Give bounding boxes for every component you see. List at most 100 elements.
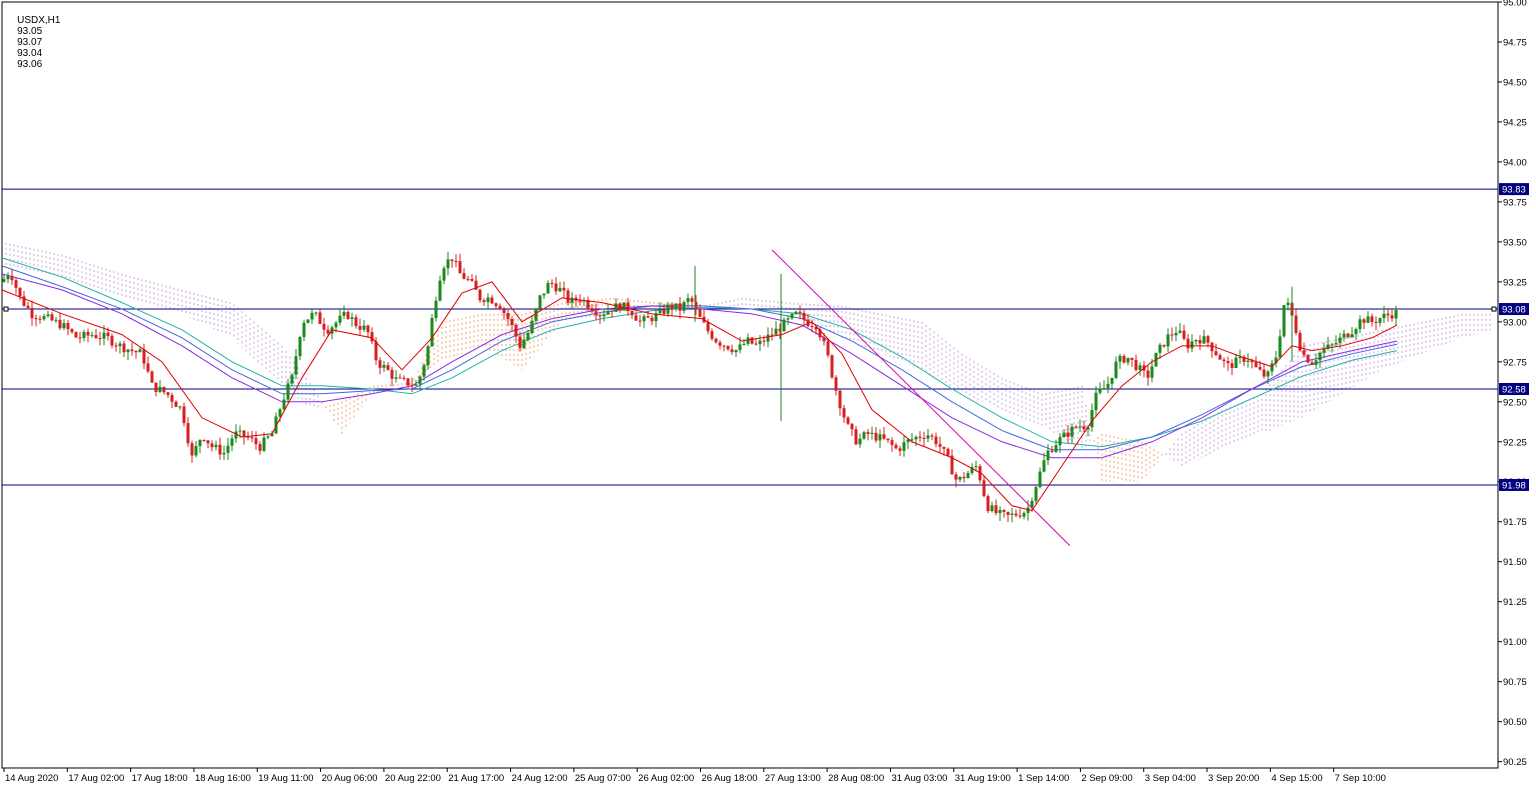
x-tick-label: 3 Sep 20:00 [1208,773,1259,784]
candle-body [682,302,686,311]
candle-body [38,318,42,320]
candle-body [82,331,86,339]
candle-body [54,319,58,321]
candle-body [454,261,458,263]
candle-body [918,436,922,439]
candle-body [114,345,118,347]
candle-body [562,287,566,291]
x-tick-label: 14 Aug 2020 [5,773,58,784]
x-axis: 14 Aug 2020 17 Aug 02:00 17 Aug 18:00 18 Au… [3,768,1386,784]
candle-body [418,376,422,385]
candle-body [922,438,926,440]
candle-body [782,319,786,332]
candle-body [1162,344,1166,347]
candle-body [1070,426,1074,437]
y-tick-label: 91.00 [1503,637,1527,648]
candle-body [1058,437,1062,446]
y-tick-label: 94.75 [1503,37,1527,48]
candle-body [158,386,162,392]
candle-body [1258,366,1262,370]
candle-body [1374,322,1378,324]
candle-body [370,332,374,342]
candle-body [938,444,942,447]
candle-body [450,259,454,262]
candle-body [1230,363,1234,369]
level-label-text: 91.98 [1502,480,1526,491]
candle-body [626,302,630,312]
candle-body [834,377,838,391]
candle-body [802,312,806,320]
candle-body [182,406,186,424]
candle-body [706,322,710,332]
candle-body [278,409,282,417]
candle-body [846,417,850,424]
candle-body [218,444,222,455]
candle-body [850,423,854,430]
candle-body [710,331,714,339]
candle-body [250,437,254,439]
x-tick-label: 20 Aug 06:00 [322,773,378,784]
candle-body [1102,388,1106,390]
candle-body [142,349,146,364]
close-value: 93.06 [17,59,43,70]
candle-body [1314,360,1318,365]
candle-body [914,436,918,440]
candle-body [910,439,914,441]
candle-body [1334,342,1338,345]
candle-body [566,290,570,303]
candle-body [58,319,62,329]
candle-body [154,382,158,392]
candle-body [842,408,846,418]
candle-body [238,430,242,432]
candle-body [1138,365,1142,370]
candle-body [1190,341,1194,349]
candle-body [6,275,10,280]
candle-body [1066,432,1070,437]
candle-body [1354,329,1358,335]
candle-body [734,350,738,353]
candle-body [518,336,522,349]
candle-body [646,316,650,318]
candle-body [414,384,418,386]
x-tick-label: 31 Aug 19:00 [955,773,1011,784]
candle-body [1050,450,1054,452]
candle-body [1318,352,1322,361]
candle-body [442,268,446,281]
candle-body [470,279,474,281]
candle-body [686,298,690,303]
candle-body [70,329,74,333]
candle-body [314,312,318,314]
candle-body [1114,361,1118,378]
y-tick-label: 94.25 [1503,117,1527,128]
candle-body [578,300,582,302]
candle-body [886,438,890,441]
candle-body [670,304,674,309]
candle-body [1182,330,1186,339]
candle-body [406,378,410,386]
level-label: 92.58 [1499,382,1529,395]
y-tick-label: 93.25 [1503,277,1527,288]
candle-body [1082,426,1086,430]
candle-body [1338,337,1342,343]
candle-body [1346,333,1350,338]
candle-body [1282,305,1286,337]
candle-body [1214,351,1218,355]
candle-body [962,476,966,479]
candle-body [246,436,250,438]
candle-body [326,329,330,334]
candle-body [62,323,66,329]
candle-body [994,505,998,514]
candle-body [1106,383,1110,389]
candle-body [298,337,302,357]
price-chart[interactable]: 95.00 94.75 94.50 94.25 94.00 93.75 93.50 93.25… [0,0,1536,790]
candle-body [1286,302,1290,306]
candle-body [630,311,634,316]
candle-body [1294,315,1298,333]
candle-body [94,335,98,339]
candle-body [550,282,554,284]
candle-body [1186,338,1190,349]
candle-body [1302,350,1306,356]
level-handle-right [1491,306,1497,312]
candle-body [634,315,638,321]
candle-body [1382,313,1386,319]
